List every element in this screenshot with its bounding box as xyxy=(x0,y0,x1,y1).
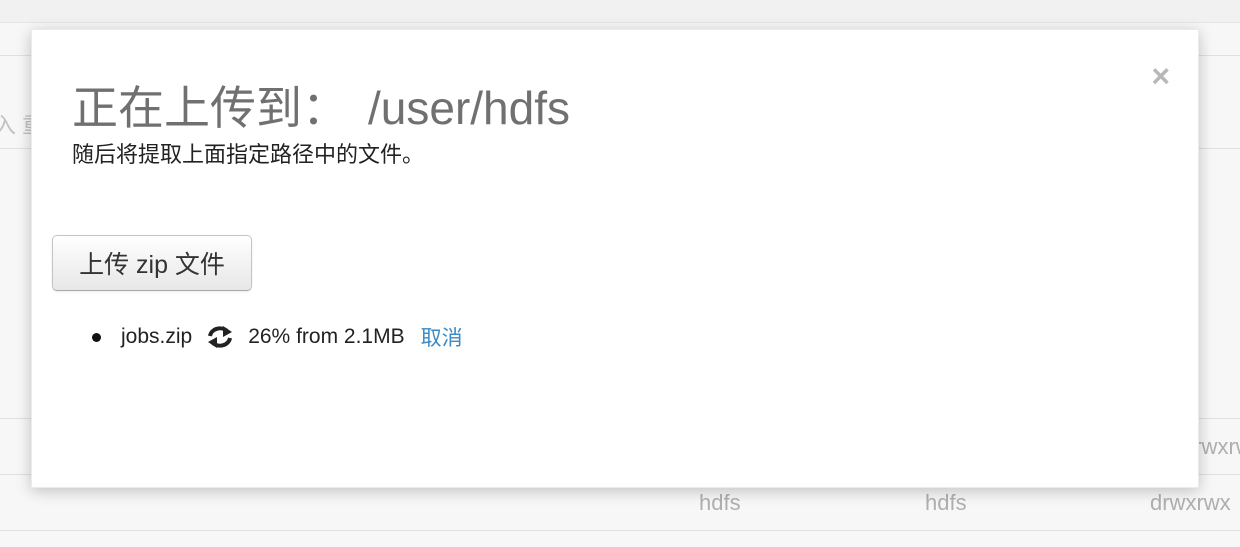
upload-list: jobs.zip 26% from 2.1MB 取消 xyxy=(88,322,463,352)
refresh-spinner-icon xyxy=(206,325,234,349)
modal-title: 正在上传到： /user/hdfs xyxy=(72,78,570,138)
cancel-upload-link[interactable]: 取消 xyxy=(421,322,463,352)
upload-path: /user/hdfs xyxy=(368,82,570,134)
modal-subtitle: 随后将提取上面指定路径中的文件。 xyxy=(72,142,425,167)
upload-file-name: jobs.zip xyxy=(121,325,193,348)
close-icon[interactable]: × xyxy=(1151,60,1170,92)
bullet-icon xyxy=(92,332,101,342)
title-prefix: 正在上传到： xyxy=(72,82,348,134)
upload-item: jobs.zip 26% from 2.1MB 取消 xyxy=(88,322,463,352)
upload-zip-button[interactable]: 上传 zip 文件 xyxy=(52,235,252,291)
upload-modal: × 正在上传到： /user/hdfs 随后将提取上面指定路径中的文件。 上传 z… xyxy=(31,29,1199,488)
upload-progress-text: 26% from 2.1MB xyxy=(248,325,405,348)
